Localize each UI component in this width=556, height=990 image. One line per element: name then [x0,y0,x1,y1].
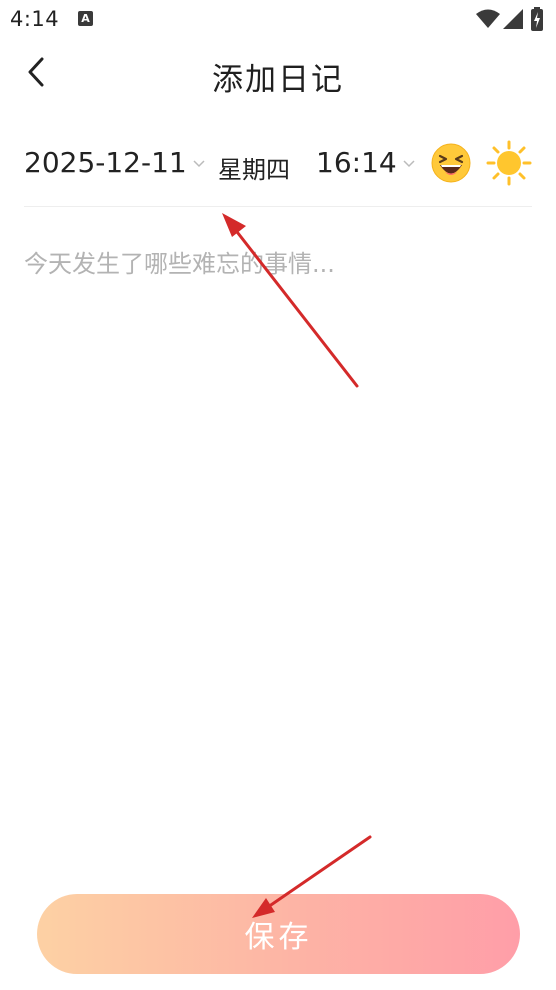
battery-charging-icon [531,7,543,35]
chevron-down-icon [403,159,415,167]
date-selector[interactable]: 2025-12-11 [24,146,205,179]
notification-a-icon: A [78,11,93,26]
meta-divider [24,206,532,207]
diary-meta-row: 2025-12-11 星期四 16:14 [24,138,532,194]
time-value: 16:14 [316,146,397,179]
diary-content-input[interactable] [24,244,532,804]
save-button[interactable]: 保存 [37,894,520,974]
laughing-face-icon[interactable] [430,142,472,188]
chevron-down-icon [193,159,205,167]
header: 添加日记 [0,40,556,106]
status-time: 4:14 [10,7,60,31]
weekday-label: 星期四 [218,156,290,184]
status-bar: 4:14 A [0,0,556,40]
date-value: 2025-12-11 [24,146,187,179]
time-selector[interactable]: 16:14 [316,146,415,179]
signal-icon [503,9,523,33]
wifi-icon [476,9,500,33]
page-title: 添加日记 [212,62,344,98]
sun-icon[interactable] [486,140,532,190]
